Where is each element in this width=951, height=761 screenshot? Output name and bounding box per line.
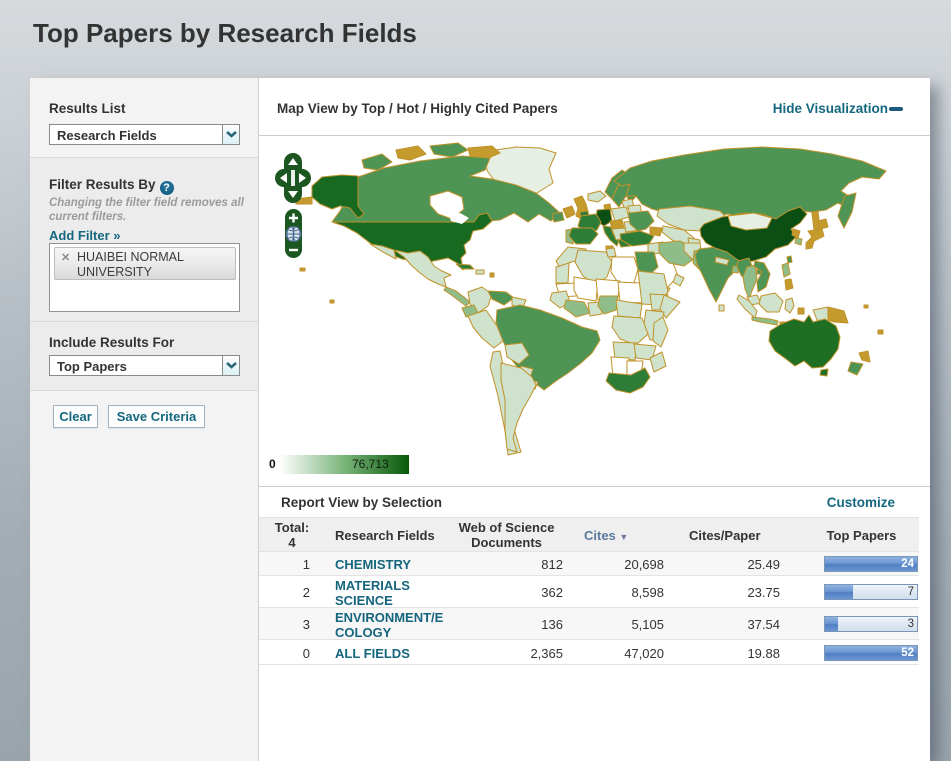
svg-text:0: 0	[269, 457, 276, 471]
svg-text:76,713: 76,713	[352, 457, 389, 471]
